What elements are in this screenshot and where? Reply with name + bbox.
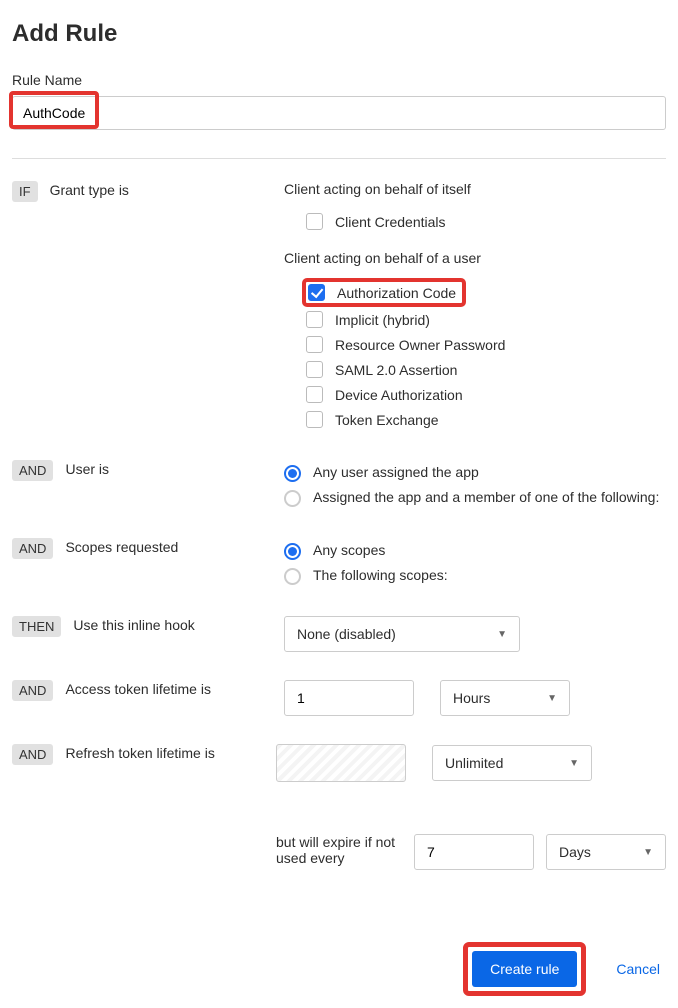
- access-lifetime-unit-select[interactable]: Hours ▼: [440, 680, 570, 716]
- client-credentials-row[interactable]: Client Credentials: [306, 209, 666, 234]
- any-user-radio[interactable]: [284, 465, 301, 482]
- expire-unit-select[interactable]: Days ▼: [546, 834, 666, 870]
- caret-down-icon: ▼: [497, 629, 507, 640]
- access-lifetime-input[interactable]: [284, 680, 414, 716]
- client-credentials-label: Client Credentials: [335, 214, 446, 230]
- device-auth-checkbox[interactable]: [306, 386, 323, 403]
- any-scopes-row[interactable]: Any scopes: [284, 538, 666, 563]
- resource-owner-checkbox[interactable]: [306, 336, 323, 353]
- and-tag: AND: [12, 680, 53, 701]
- following-scopes-row[interactable]: The following scopes:: [284, 563, 666, 588]
- any-user-row[interactable]: Any user assigned the app: [284, 460, 666, 485]
- caret-down-icon: ▼: [569, 758, 579, 769]
- auth-code-row[interactable]: Authorization Code: [302, 278, 466, 307]
- implicit-row[interactable]: Implicit (hybrid): [306, 307, 666, 332]
- member-radio[interactable]: [284, 490, 301, 507]
- following-scopes-label: The following scopes:: [313, 567, 448, 583]
- rule-name-input[interactable]: [12, 96, 666, 130]
- and-tag: AND: [12, 538, 53, 559]
- grant-type-label: Grant type is: [50, 182, 129, 198]
- create-rule-button[interactable]: Create rule: [472, 951, 577, 987]
- expire-value-input[interactable]: [414, 834, 534, 870]
- inline-hook-label: Use this inline hook: [73, 617, 194, 633]
- device-auth-label: Device Authorization: [335, 387, 463, 403]
- resource-owner-label: Resource Owner Password: [335, 337, 505, 353]
- cancel-button[interactable]: Cancel: [610, 960, 666, 978]
- if-tag: IF: [12, 181, 38, 202]
- implicit-checkbox[interactable]: [306, 311, 323, 328]
- token-exchange-checkbox[interactable]: [306, 411, 323, 428]
- saml-label: SAML 2.0 Assertion: [335, 362, 457, 378]
- token-exchange-row[interactable]: Token Exchange: [306, 407, 666, 432]
- rule-name-label: Rule Name: [12, 72, 666, 88]
- divider: [12, 158, 666, 159]
- scopes-label: Scopes requested: [65, 539, 178, 555]
- resource-owner-row[interactable]: Resource Owner Password: [306, 332, 666, 357]
- implicit-label: Implicit (hybrid): [335, 312, 430, 328]
- client-credentials-checkbox[interactable]: [306, 213, 323, 230]
- any-scopes-label: Any scopes: [313, 542, 385, 558]
- caret-down-icon: ▼: [643, 847, 653, 858]
- any-scopes-radio[interactable]: [284, 543, 301, 560]
- user-is-label: User is: [65, 461, 109, 477]
- inline-hook-select[interactable]: None (disabled) ▼: [284, 616, 520, 652]
- highlight-marker: Create rule: [463, 942, 586, 996]
- grant-itself-title: Client acting on behalf of itself: [284, 181, 666, 197]
- refresh-lifetime-unit-select[interactable]: Unlimited ▼: [432, 745, 592, 781]
- refresh-lifetime-input: [276, 744, 406, 782]
- saml-checkbox[interactable]: [306, 361, 323, 378]
- and-tag: AND: [12, 744, 53, 765]
- access-lifetime-unit-value: Hours: [453, 690, 490, 706]
- refresh-lifetime-label: Refresh token lifetime is: [65, 745, 214, 761]
- inline-hook-value: None (disabled): [297, 626, 396, 642]
- refresh-lifetime-unit-value: Unlimited: [445, 755, 503, 771]
- page-title: Add Rule: [12, 20, 666, 48]
- caret-down-icon: ▼: [547, 693, 557, 704]
- expire-prefix-label: but will expire if not used every: [276, 834, 402, 866]
- auth-code-label: Authorization Code: [337, 285, 456, 301]
- and-tag: AND: [12, 460, 53, 481]
- member-row[interactable]: Assigned the app and a member of one of …: [284, 485, 666, 510]
- saml-row[interactable]: SAML 2.0 Assertion: [306, 357, 666, 382]
- any-user-label: Any user assigned the app: [313, 464, 479, 480]
- expire-unit-value: Days: [559, 844, 591, 860]
- grant-user-title: Client acting on behalf of a user: [284, 250, 666, 266]
- auth-code-checkbox[interactable]: [308, 284, 325, 301]
- then-tag: THEN: [12, 616, 61, 637]
- access-lifetime-label: Access token lifetime is: [65, 681, 211, 697]
- following-scopes-radio[interactable]: [284, 568, 301, 585]
- device-auth-row[interactable]: Device Authorization: [306, 382, 666, 407]
- member-label: Assigned the app and a member of one of …: [313, 489, 659, 505]
- token-exchange-label: Token Exchange: [335, 412, 439, 428]
